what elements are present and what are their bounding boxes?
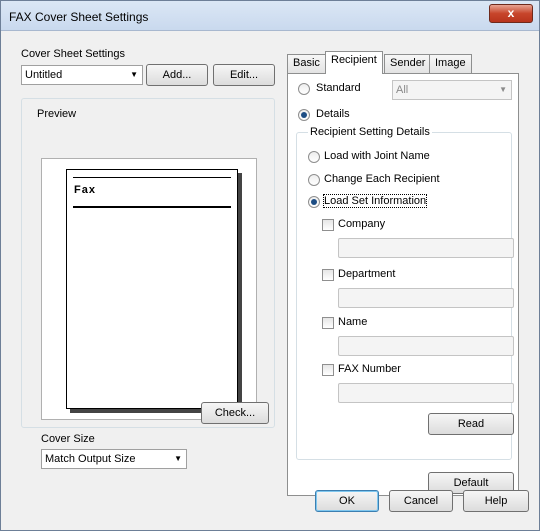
preview-label: Preview xyxy=(37,108,77,120)
department-field[interactable] xyxy=(338,288,514,308)
window-title: FAX Cover Sheet Settings xyxy=(9,10,149,24)
tab-sender[interactable]: Sender xyxy=(384,54,432,73)
cover-sheet-settings-label: Cover Sheet Settings xyxy=(21,48,125,60)
name-label: Name xyxy=(338,316,368,328)
preview-area: Fax xyxy=(41,158,257,420)
chevron-down-icon: ▼ xyxy=(499,85,507,94)
tab-recipient[interactable]: Recipient xyxy=(325,51,383,74)
cover-size-select-value: Match Output Size xyxy=(45,453,136,465)
load-joint-name-label: Load with Joint Name xyxy=(324,150,430,162)
paper-top-rule xyxy=(73,177,231,178)
tab-basic[interactable]: Basic xyxy=(287,54,326,73)
dialog-body: Cover Sheet Settings Untitled ▼ Add... E… xyxy=(9,32,531,522)
standard-select[interactable]: All ▼ xyxy=(392,80,512,100)
company-field[interactable] xyxy=(338,238,514,258)
cover-size-label: Cover Size xyxy=(41,433,95,445)
paper-heading-rule xyxy=(73,206,231,208)
name-checkbox[interactable] xyxy=(322,317,334,329)
recipient-setting-details-label: Recipient Setting Details xyxy=(308,126,432,138)
name-field[interactable] xyxy=(338,336,514,356)
change-each-recipient-radio[interactable] xyxy=(308,174,320,186)
read-button[interactable]: Read xyxy=(428,413,514,435)
fax-cover-sheet-settings-dialog: FAX Cover Sheet Settings x Cover Sheet S… xyxy=(0,0,540,531)
standard-radio[interactable] xyxy=(298,83,310,95)
check-button[interactable]: Check... xyxy=(201,402,269,424)
help-button[interactable]: Help xyxy=(463,490,529,512)
tab-image[interactable]: Image xyxy=(429,54,472,73)
preview-paper: Fax xyxy=(66,169,238,409)
standard-select-value: All xyxy=(396,84,409,96)
company-checkbox[interactable] xyxy=(322,219,334,231)
details-label: Details xyxy=(316,108,350,120)
cover-sheet-select-value: Untitled xyxy=(25,69,63,81)
close-button[interactable]: x xyxy=(489,4,533,23)
fax-number-field[interactable] xyxy=(338,383,514,403)
load-set-information-label: Load Set Information xyxy=(322,194,428,208)
preview-paper-heading: Fax xyxy=(74,184,96,196)
fax-number-label: FAX Number xyxy=(338,363,401,375)
recipient-tab-panel: Standard All ▼ Details Recipient Setting… xyxy=(287,73,519,496)
ok-button[interactable]: OK xyxy=(315,490,379,512)
chevron-down-icon: ▼ xyxy=(174,454,182,463)
title-bar: FAX Cover Sheet Settings x xyxy=(1,1,539,31)
cover-sheet-select[interactable]: Untitled ▼ xyxy=(21,65,143,85)
load-joint-name-radio[interactable] xyxy=(308,151,320,163)
add-button[interactable]: Add... xyxy=(146,64,208,86)
load-set-information-radio[interactable] xyxy=(308,196,320,208)
standard-label: Standard xyxy=(316,82,361,94)
details-radio[interactable] xyxy=(298,109,310,121)
chevron-down-icon: ▼ xyxy=(130,70,138,79)
close-icon: x xyxy=(507,6,515,20)
cover-size-select[interactable]: Match Output Size ▼ xyxy=(41,449,187,469)
change-each-recipient-label: Change Each Recipient xyxy=(324,173,440,185)
cancel-button[interactable]: Cancel xyxy=(389,490,453,512)
department-checkbox[interactable] xyxy=(322,269,334,281)
company-label: Company xyxy=(338,218,386,230)
fax-number-checkbox[interactable] xyxy=(322,364,334,376)
edit-button[interactable]: Edit... xyxy=(213,64,275,86)
department-label: Department xyxy=(338,268,396,280)
